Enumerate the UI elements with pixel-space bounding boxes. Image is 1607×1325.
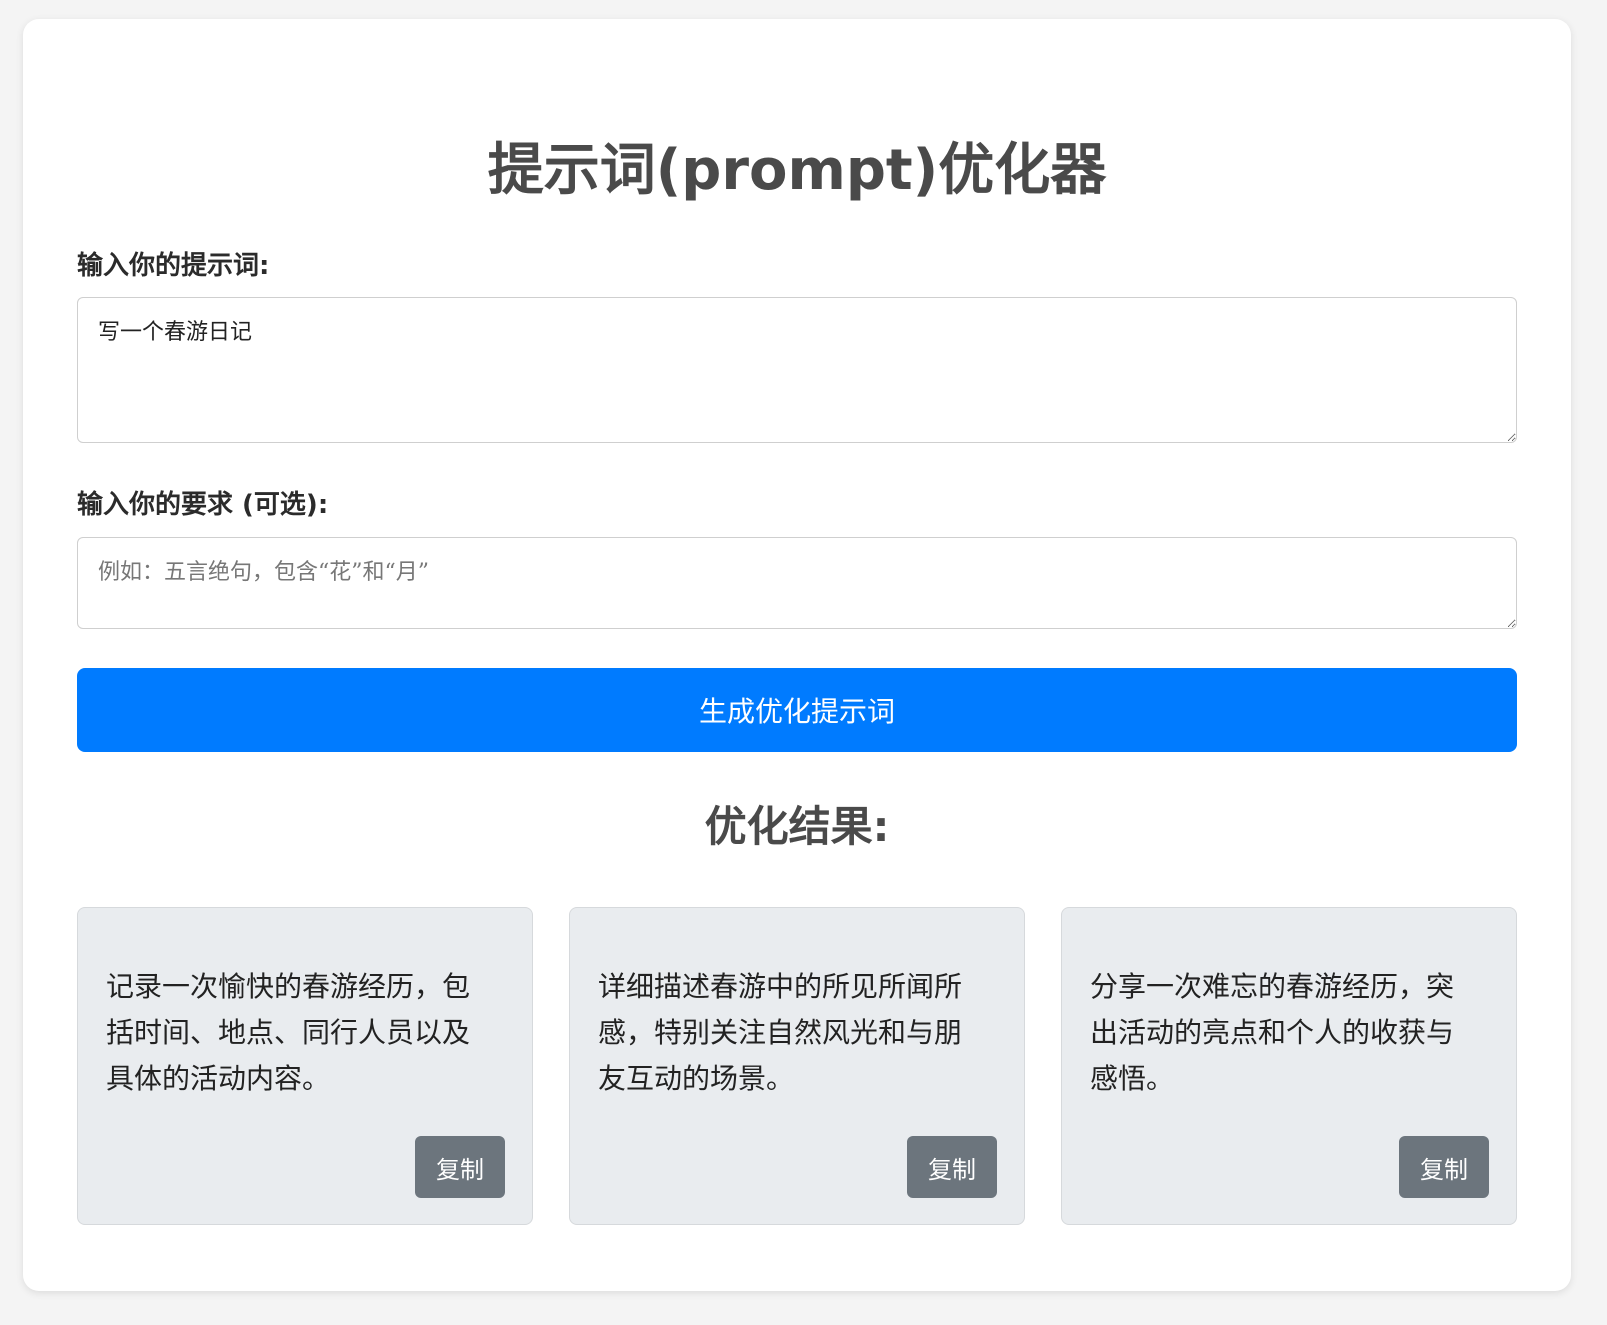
results-title: 优化结果: (704, 802, 890, 851)
copy-button[interactable]: 复制 (1399, 1136, 1489, 1198)
result-text: 分享一次难忘的春游经历，突出活动的亮点和个人的收获与感悟。 (1090, 970, 1455, 1095)
generate-button[interactable]: 生成优化提示词 (77, 668, 1517, 752)
prompt-input[interactable]: 写一个春游日记 (77, 297, 1517, 443)
page-title: 提示词(prompt)优化器 (487, 138, 1107, 203)
copy-button[interactable]: 复制 (907, 1136, 997, 1198)
result-card-1: 记录一次愉快的春游经历，包括时间、地点、同行人员以及具体的活动内容。 复制 (77, 907, 533, 1225)
requirement-input[interactable] (77, 537, 1517, 629)
results-list: 记录一次愉快的春游经历，包括时间、地点、同行人员以及具体的活动内容。 复制 详细… (77, 907, 1517, 1225)
result-card-3: 分享一次难忘的春游经历，突出活动的亮点和个人的收获与感悟。 复制 (1061, 907, 1517, 1225)
prompt-label: 输入你的提示词: (77, 251, 270, 281)
result-text: 详细描述春游中的所见所闻所感，特别关注自然风光和与朋友互动的场景。 (598, 970, 963, 1095)
copy-button[interactable]: 复制 (415, 1136, 505, 1198)
main-card: 提示词(prompt)优化器 输入你的提示词: 写一个春游日记 输入你的要求 (… (23, 19, 1571, 1291)
result-card-2: 详细描述春游中的所见所闻所感，特别关注自然风光和与朋友互动的场景。 复制 (569, 907, 1025, 1225)
requirement-label: 输入你的要求 (可选): (77, 490, 329, 520)
result-text: 记录一次愉快的春游经历，包括时间、地点、同行人员以及具体的活动内容。 (106, 970, 471, 1095)
